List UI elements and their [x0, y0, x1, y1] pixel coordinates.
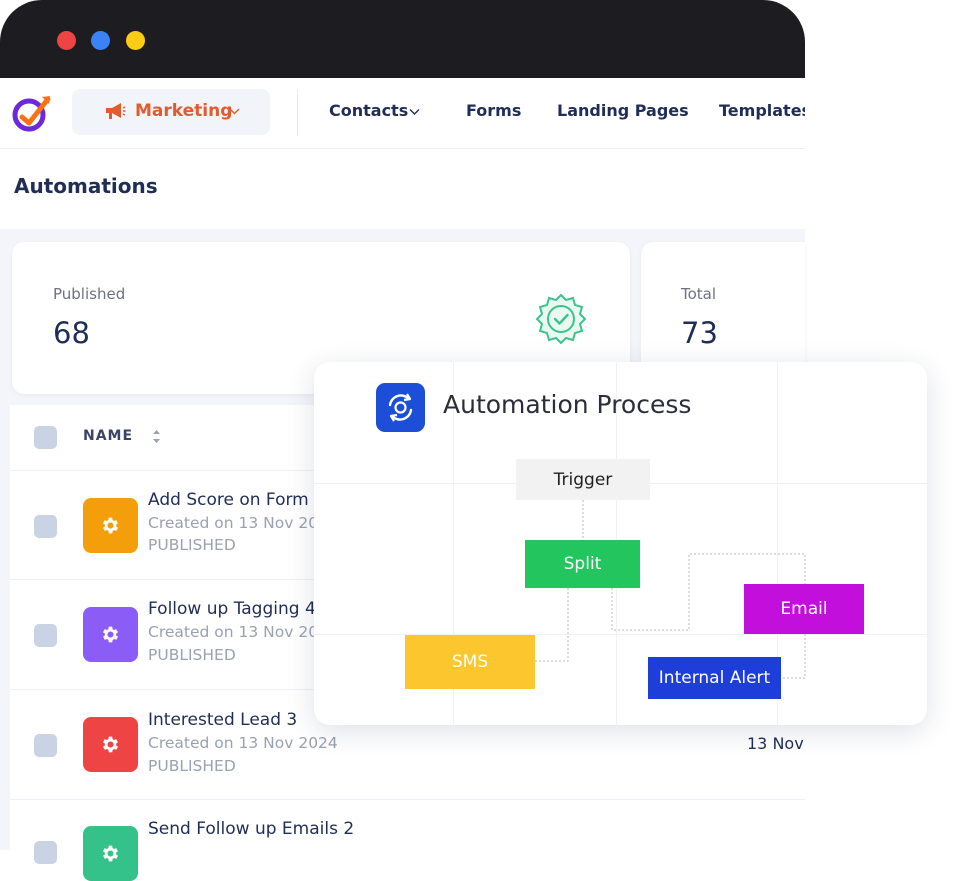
title-bar: [0, 0, 805, 78]
marketing-menu-label: Marketing: [135, 101, 233, 121]
minimize-window-button[interactable]: [91, 31, 110, 50]
automation-name-link[interactable]: Interested Lead 3: [148, 710, 297, 730]
total-stat-label: Total: [681, 285, 717, 303]
gear-icon: [102, 626, 119, 643]
row-checkbox[interactable]: [34, 515, 57, 538]
verified-badge-icon: [535, 293, 587, 344]
row-checkbox[interactable]: [34, 624, 57, 647]
row-divider: [10, 799, 805, 800]
flow-node-label: Internal Alert: [658, 668, 771, 688]
nav-item-forms[interactable]: Forms: [466, 101, 521, 120]
automation-row-icon: [83, 717, 138, 772]
row-checkbox[interactable]: [34, 841, 57, 864]
flow-node-sms[interactable]: SMS: [405, 635, 535, 689]
automation-created-date: Created on 13 Nov 20: [148, 514, 319, 532]
column-header-name[interactable]: NAME: [83, 428, 133, 444]
automation-created-date: Created on 13 Nov 20: [148, 623, 319, 641]
flow-node-trigger[interactable]: Trigger: [516, 459, 650, 500]
status-badge: PUBLISHED: [148, 536, 236, 554]
flow-node-split[interactable]: Split: [525, 540, 640, 588]
gear-icon: [102, 517, 119, 534]
flow-node-label: Split: [563, 554, 602, 574]
status-badge: PUBLISHED: [148, 757, 236, 775]
published-stat-label: Published: [53, 285, 126, 303]
automation-process-icon: [376, 383, 425, 432]
nav-item-landing-pages[interactable]: Landing Pages: [557, 101, 689, 120]
automation-row-icon: [83, 498, 138, 553]
row-checkbox[interactable]: [34, 734, 57, 757]
chevron-down-icon: [409, 109, 420, 115]
close-window-button[interactable]: [57, 31, 76, 50]
flow-node-email[interactable]: Email: [744, 584, 864, 634]
gear-icon: [102, 736, 119, 753]
total-stat-value: 73: [681, 316, 718, 350]
flow-node-internal-alert[interactable]: Internal Alert: [648, 657, 781, 699]
automation-name-link[interactable]: Add Score on Form: [148, 490, 309, 510]
sync-gear-icon: [388, 393, 413, 422]
automation-name-link[interactable]: Send Follow up Emails 2: [148, 819, 354, 839]
megaphone-icon: [106, 103, 126, 119]
nav-item-contacts[interactable]: Contacts: [329, 101, 408, 120]
maximize-window-button[interactable]: [126, 31, 145, 50]
automation-row-icon: [83, 826, 138, 881]
gear-icon: [102, 845, 119, 862]
flow-node-label: Trigger: [553, 469, 613, 490]
chevron-down-icon: [229, 108, 240, 115]
automation-process-title: Automation Process: [443, 390, 692, 419]
automation-name-link[interactable]: Follow up Tagging 4: [148, 599, 316, 619]
automation-date: 13 Nov: [747, 734, 804, 753]
page-title: Automations: [14, 174, 158, 198]
nav-item-templates[interactable]: Templates: [719, 101, 805, 120]
published-stat-value: 68: [53, 316, 90, 350]
flow-node-label: SMS: [451, 652, 489, 672]
select-all-checkbox[interactable]: [34, 426, 57, 449]
status-badge: PUBLISHED: [148, 646, 236, 664]
sort-icon[interactable]: [151, 428, 162, 445]
app-logo-icon[interactable]: [12, 93, 54, 133]
nav-divider: [297, 90, 298, 136]
automation-created-date: Created on 13 Nov 2024: [148, 734, 338, 752]
flow-node-label: Email: [780, 599, 828, 619]
automation-row-icon: [83, 607, 138, 662]
